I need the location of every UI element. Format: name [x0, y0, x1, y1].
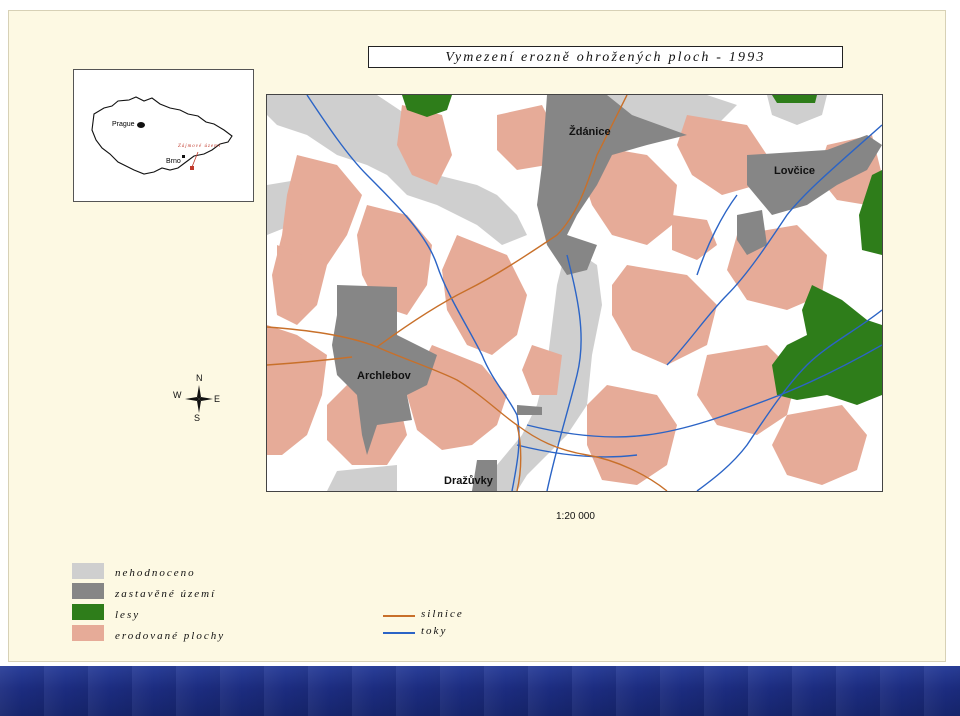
zdanice-label: Ždánice: [569, 125, 611, 138]
brno-marker: [182, 155, 185, 158]
compass-e: E: [214, 394, 221, 404]
footer-band: [0, 666, 960, 716]
legend-label-roads: silnice: [421, 608, 464, 620]
study-area-label: Zájmové území: [178, 144, 221, 149]
compass-w: W: [173, 390, 182, 400]
legend-swatch-unassessed: [72, 563, 104, 579]
legend-label-urban: zastavěné území: [115, 588, 217, 600]
czech-outline-map: Prague Brno Zájmové území: [91, 96, 233, 175]
legend-swatch-streams: [383, 632, 415, 634]
erosion-map: Ždánice Lovčice Archlebov Dražůvky: [266, 94, 883, 492]
compass-rose-icon: [185, 385, 213, 413]
legend-label-streams: toky: [421, 625, 448, 637]
compass-n: N: [196, 373, 203, 383]
legend-label-eroded: erodované plochy: [115, 630, 226, 642]
map-title: Vymezení erozně ohrožených ploch - 1993: [368, 46, 843, 68]
study-area-marker: [190, 166, 194, 170]
lovcice-label: Lovčice: [774, 165, 815, 177]
prague-marker: [137, 122, 145, 128]
erosion-map-canvas: Ždánice Lovčice Archlebov Dražůvky: [267, 95, 882, 491]
drazuvky-label: Dražůvky: [444, 475, 494, 487]
legend-label-forest: lesy: [115, 609, 141, 621]
brno-label: Brno: [166, 158, 181, 165]
legend-swatch-forest: [72, 604, 104, 620]
prague-label: Prague: [112, 121, 135, 128]
legend-swatch-urban: [72, 583, 104, 599]
legend-swatch-roads: [383, 615, 415, 617]
legend-label-unassessed: nehodnoceno: [115, 567, 196, 579]
scale-label: 1:20 000: [556, 511, 595, 522]
locator-inset-map: Prague Brno Zájmové území: [73, 69, 254, 202]
legend-swatch-eroded: [72, 625, 104, 641]
compass-s: S: [194, 413, 201, 423]
archlebov-label: Archlebov: [357, 370, 412, 382]
